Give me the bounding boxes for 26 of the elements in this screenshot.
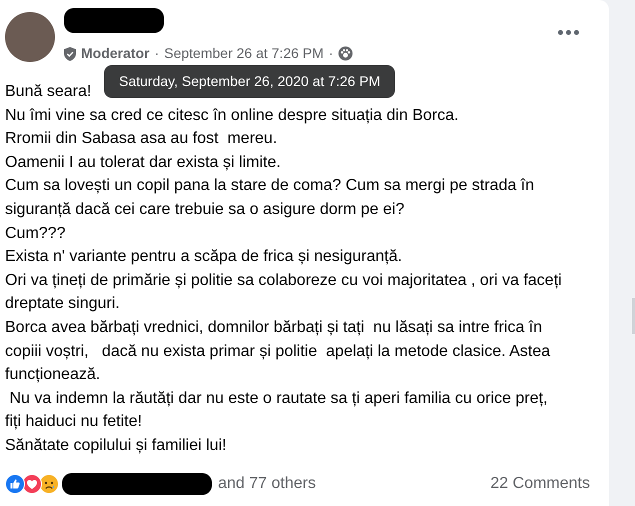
date-tooltip: Saturday, September 26, 2020 at 7:26 PM bbox=[104, 65, 396, 98]
group-audience-icon[interactable] bbox=[338, 46, 354, 61]
post-timestamp[interactable]: September 26 at 7:26 PM bbox=[164, 43, 324, 64]
post-text-line: Borca avea bărbați vrednici, domnilor bărbați și tați nu lăsați sa intre frica în copiii voștri, dacă nu exista primar și politie apelați la metode clasice. Astea funcționează. bbox=[5, 318, 552, 386]
post-text-line: Exista n' variante pentru a scăpa de frica și nesiguranță. bbox=[5, 247, 402, 268]
separator: · bbox=[154, 44, 160, 63]
post-text-line: Oamenii I au tolerat dar exista și limite. bbox=[5, 152, 281, 173]
role-label: Moderator bbox=[81, 44, 150, 63]
comments-count[interactable]: 22 Comments bbox=[490, 472, 590, 496]
avatar-photo-placeholder bbox=[5, 12, 55, 62]
more-options-icon bbox=[558, 30, 579, 35]
post-text-line: Cum??? bbox=[5, 224, 66, 244]
post-text-line: Sănătate copilului și familiei lui! bbox=[5, 436, 226, 456]
reactors-count[interactable]: and 77 others bbox=[218, 472, 316, 496]
post-text-line: Ori va țineți de primărie și politie sa colaboreze cu voi majoritatea , ori va faceți dreptate singuri. bbox=[5, 270, 563, 314]
post-text-line: Rromii din Sabasa asa au fost mereu. bbox=[5, 129, 278, 150]
like-reaction-icon bbox=[5, 474, 25, 494]
sad-face-reaction-icon bbox=[39, 474, 59, 494]
more-options-button[interactable] bbox=[558, 30, 579, 35]
post-text-line: Nu îmi vine sa cred ce citesc în online despre situația din Borca. bbox=[5, 106, 459, 126]
shield-icon bbox=[64, 46, 76, 60]
heart-reaction-icon bbox=[22, 474, 42, 494]
post-text-line: Bună seara! bbox=[5, 82, 92, 102]
post-text-line: Cum sa lovești un copil pana la stare de coma? Cum sa mergi pe strada în siguranță dacă cei care trebuie sa o asigure dorm pe ei? bbox=[5, 176, 536, 220]
separator: · bbox=[328, 44, 334, 63]
post-text-line: Nu va indemn la răutăți dar nu este o rautate sa ți aperi familia cu orice preț, fiți haiduci nu fetite! bbox=[5, 388, 549, 432]
